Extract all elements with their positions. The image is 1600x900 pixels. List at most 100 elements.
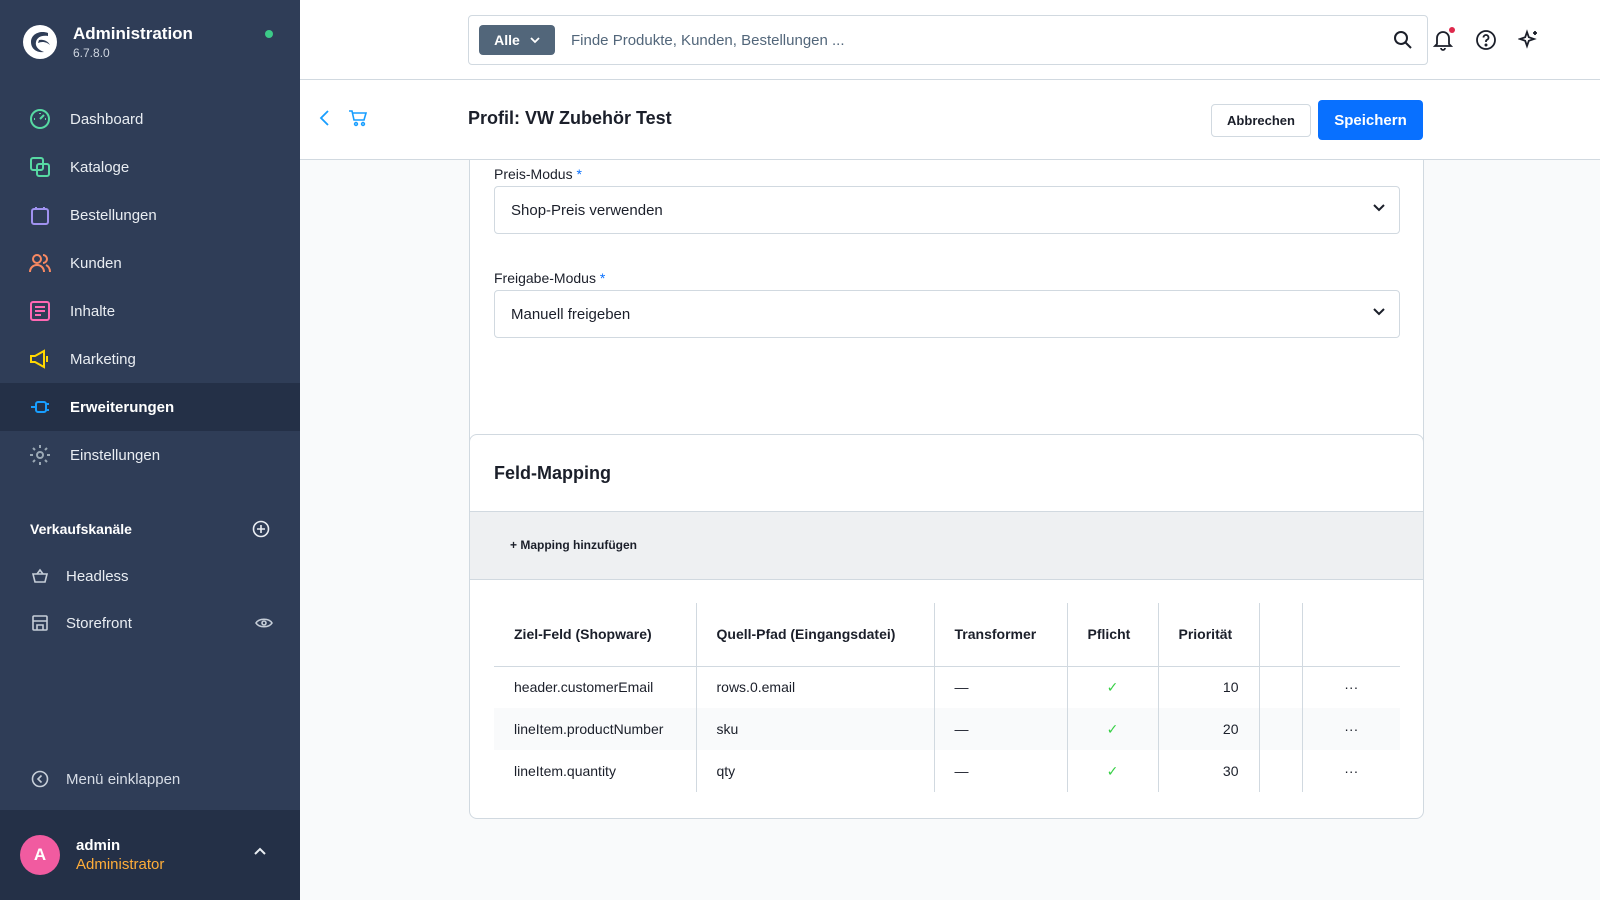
cell-empty	[1259, 666, 1303, 708]
cell-transformer: —	[934, 666, 1068, 708]
add-sales-channel-icon[interactable]	[252, 520, 270, 538]
search-icon[interactable]	[1393, 30, 1413, 50]
cell-empty	[1259, 750, 1303, 792]
save-button[interactable]: Speichern	[1318, 100, 1423, 140]
search-type-select[interactable]: Alle	[479, 25, 555, 55]
field-mapping-title: Feld-Mapping	[494, 463, 611, 483]
row-actions-button[interactable]: ···	[1302, 708, 1400, 750]
storefront-icon	[28, 611, 52, 635]
price-mode-select[interactable]: Shop-Preis verwenden	[494, 186, 1400, 234]
nav-item-marketing[interactable]: Marketing	[0, 335, 300, 383]
nav-item-kataloge[interactable]: Kataloge	[0, 143, 300, 191]
status-indicator	[265, 30, 273, 38]
column-header-actions	[1302, 603, 1400, 667]
cell-source: qty	[696, 750, 935, 792]
release-mode-select[interactable]: Manuell freigeben	[494, 290, 1400, 338]
sparkle-icon	[1518, 29, 1537, 49]
page-title: Profil: VW Zubehör Test	[468, 108, 672, 128]
row-actions-button[interactable]: ···	[1302, 750, 1400, 792]
chevron-down-icon	[1373, 308, 1385, 316]
notifications-button[interactable]	[1431, 27, 1455, 52]
brand[interactable]: Administration 6.7.8.0	[22, 24, 193, 60]
back-chevron-icon[interactable]	[318, 109, 330, 127]
release-mode-value: Manuell freigeben	[511, 305, 631, 323]
sidebar: Administration 6.7.8.0 Dashboard Katalog…	[0, 0, 300, 900]
field-mapping-card: Feld-Mapping + Mapping hinzufügen Ziel-F…	[469, 434, 1424, 819]
chevron-down-icon	[1373, 204, 1385, 212]
cell-target: lineItem.productNumber	[494, 708, 697, 750]
table-header-row: Ziel-Feld (Shopware) Quell-Pfad (Eingang…	[494, 603, 1400, 667]
release-mode-label: Freigabe-Modus *	[494, 270, 605, 286]
nav-item-kunden[interactable]: Kunden	[0, 239, 300, 287]
app-title: Administration	[73, 24, 193, 43]
sales-channel-storefront[interactable]: Storefront	[28, 611, 273, 635]
column-header-required[interactable]: Pflicht	[1067, 603, 1159, 667]
users-icon	[28, 251, 52, 275]
search-input[interactable]	[571, 31, 1351, 49]
smart-bar: Profil: VW Zubehör Test Abbrechen Speich…	[300, 80, 1600, 160]
cell-source: rows.0.email	[696, 666, 935, 708]
cancel-button[interactable]: Abbrechen	[1211, 104, 1311, 137]
nav-label-bestellungen: Bestellungen	[70, 206, 157, 224]
main-nav: Dashboard Kataloge Bestellungen Kunden I…	[0, 95, 300, 479]
chevron-up-icon[interactable]	[253, 846, 267, 856]
nav-item-dashboard[interactable]: Dashboard	[0, 95, 300, 143]
nav-item-einstellungen[interactable]: Einstellungen	[0, 431, 300, 479]
ai-assistant-button[interactable]	[1517, 28, 1541, 52]
price-mode-value: Shop-Preis verwenden	[511, 201, 663, 219]
cell-transformer: —	[934, 708, 1068, 750]
nav-item-bestellungen[interactable]: Bestellungen	[0, 191, 300, 239]
chevron-down-icon	[530, 36, 540, 43]
search-type-label: Alle	[494, 32, 520, 48]
cell-empty	[1259, 708, 1303, 750]
sales-channel-label: Headless	[66, 567, 129, 585]
sales-channel-headless[interactable]: Headless	[28, 564, 273, 588]
content-icon	[28, 299, 52, 323]
cell-priority: 30	[1158, 750, 1260, 792]
main-content: Preis-Modus * Shop-Preis verwenden Freig…	[300, 160, 1600, 900]
nav-label-kataloge: Kataloge	[70, 158, 130, 176]
chevron-left-circle-icon	[28, 767, 52, 791]
required-marker: *	[576, 166, 582, 182]
app-version: 6.7.8.0	[73, 46, 110, 60]
release-mode-label-text: Freigabe-Modus	[494, 270, 596, 286]
column-header-transformer[interactable]: Transformer	[934, 603, 1068, 667]
column-header-target[interactable]: Ziel-Feld (Shopware)	[494, 603, 697, 667]
table-row: lineItem.quantity qty — ✓ 30 ···	[494, 750, 1400, 792]
nav-label-inhalte: Inhalte	[70, 302, 116, 320]
price-mode-label: Preis-Modus *	[494, 166, 582, 182]
collapse-menu-button[interactable]: Menü einklappen	[28, 767, 180, 791]
price-mode-label-text: Preis-Modus	[494, 166, 573, 182]
row-actions-button[interactable]: ···	[1302, 666, 1400, 708]
basket-icon	[28, 564, 52, 588]
help-button[interactable]	[1474, 28, 1498, 52]
catalogue-icon	[28, 155, 52, 179]
nav-label-marketing: Marketing	[70, 350, 136, 368]
notification-badge	[1449, 27, 1455, 33]
sales-channel-label: Storefront	[66, 614, 132, 632]
column-header-source[interactable]: Quell-Pfad (Eingangsdatei)	[696, 603, 935, 667]
add-mapping-button[interactable]: + Mapping hinzufügen	[510, 538, 637, 552]
cell-target: header.customerEmail	[494, 666, 697, 708]
eye-icon[interactable]	[255, 617, 273, 629]
required-marker: *	[599, 270, 606, 286]
check-icon: ✓	[1067, 666, 1159, 708]
sales-channels-header: Verkaufskanäle	[30, 520, 270, 538]
nav-label-dashboard: Dashboard	[70, 110, 144, 128]
shopware-logo-icon	[23, 25, 57, 59]
user-name: admin	[76, 837, 121, 854]
nav-item-inhalte[interactable]: Inhalte	[0, 287, 300, 335]
user-menu[interactable]: A admin Administrator	[0, 810, 300, 900]
mapping-toolbar: + Mapping hinzufügen	[470, 511, 1423, 580]
bag-icon	[28, 203, 52, 227]
nav-label-kunden: Kunden	[70, 254, 122, 272]
cell-priority: 10	[1158, 666, 1260, 708]
column-header-priority[interactable]: Priorität	[1158, 603, 1260, 667]
mapping-table: Ziel-Feld (Shopware) Quell-Pfad (Eingang…	[494, 603, 1400, 792]
nav-label-einstellungen: Einstellungen	[70, 446, 161, 464]
avatar: A	[20, 835, 60, 875]
cell-transformer: —	[934, 750, 1068, 792]
megaphone-icon	[28, 347, 52, 371]
nav-item-erweiterungen[interactable]: Erweiterungen	[0, 383, 300, 431]
nav-label-erweiterungen: Erweiterungen	[70, 398, 175, 416]
